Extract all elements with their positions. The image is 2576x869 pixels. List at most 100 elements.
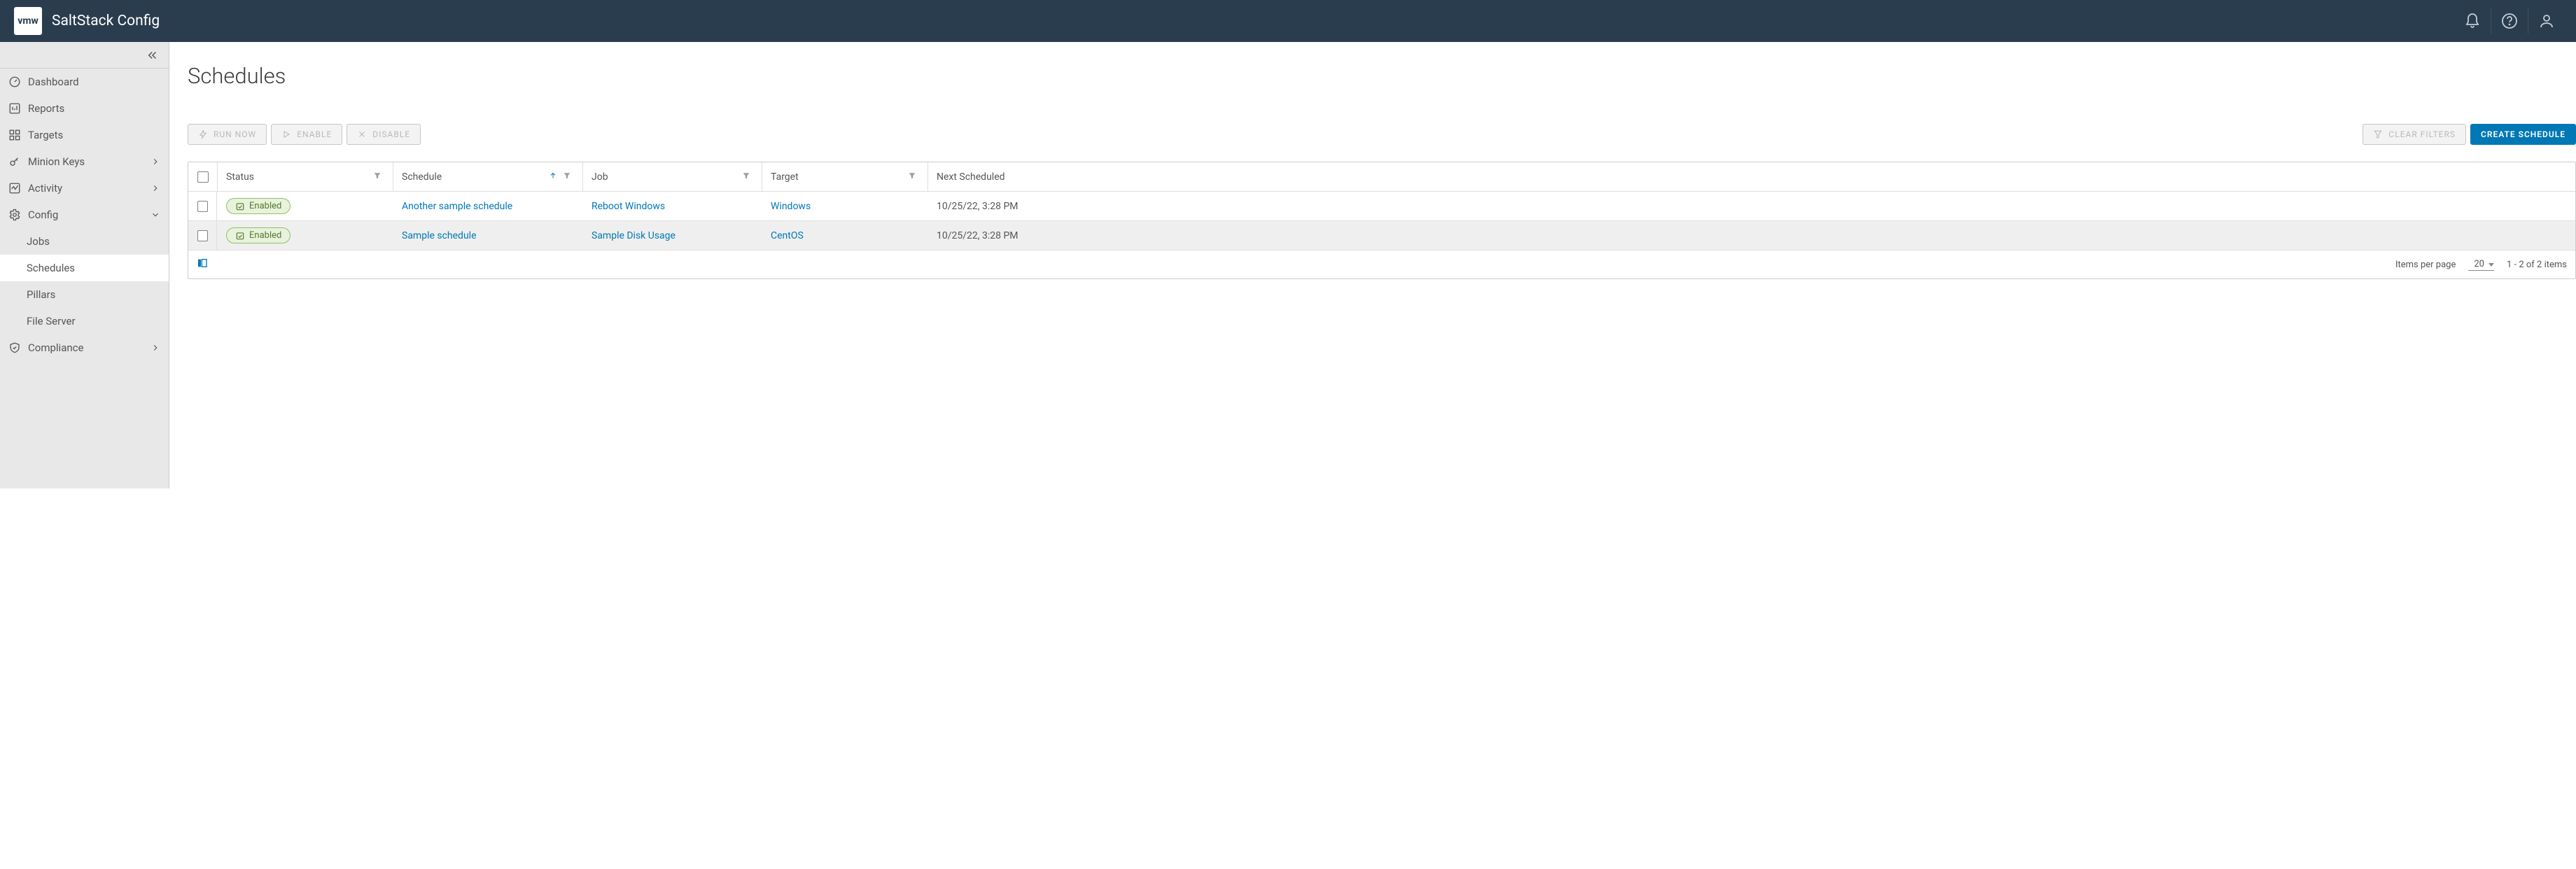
target-link[interactable]: CentOS — [771, 230, 804, 241]
sidebar-item-label: Reports — [28, 102, 64, 115]
sidebar-sub-pillars[interactable]: Pillars — [0, 281, 169, 308]
sidebar-sub-label: File Server — [27, 315, 76, 327]
sidebar-sub-label: Pillars — [27, 288, 55, 301]
row-select-cell — [188, 221, 217, 250]
columns-toggle-button[interactable] — [197, 257, 208, 271]
table-row[interactable]: Enabled Another sample schedule Reboot W… — [188, 192, 2575, 221]
next-cell: 10/25/22, 3:28 PM — [927, 221, 2575, 250]
check-calendar-icon — [235, 231, 245, 241]
activity-icon — [8, 182, 21, 195]
chevron-right-icon — [150, 343, 160, 353]
filter-icon[interactable] — [905, 171, 919, 183]
sidebar-item-targets[interactable]: Targets — [0, 122, 169, 148]
next-scheduled-value: 10/25/22, 3:28 PM — [937, 201, 1018, 212]
button-label: CREATE SCHEDULE — [2481, 129, 2566, 139]
target-link[interactable]: Windows — [771, 201, 811, 212]
column-header-job[interactable]: Job — [582, 162, 762, 191]
table-row[interactable]: Enabled Sample schedule Sample Disk Usag… — [188, 221, 2575, 250]
items-per-page-select[interactable]: 20 — [2468, 259, 2494, 271]
sidebar-sub-jobs[interactable]: Jobs — [0, 228, 169, 255]
toolbar: RUN NOW ENABLE DISABLE CLEAR FILTERS CRE… — [188, 124, 2576, 145]
sidebar-item-activity[interactable]: Activity — [0, 175, 169, 202]
select-all-cell — [188, 162, 217, 191]
sidebar-sub-file-server[interactable]: File Server — [0, 308, 169, 334]
button-label: DISABLE — [372, 129, 410, 139]
next-scheduled-value: 10/25/22, 3:28 PM — [937, 230, 1018, 241]
status-cell: Enabled — [217, 221, 393, 250]
gear-icon — [8, 209, 21, 221]
sidebar-sub-schedules[interactable]: Schedules — [0, 255, 169, 281]
chevron-right-icon — [150, 183, 160, 193]
column-label: Job — [592, 171, 739, 183]
disable-button[interactable]: DISABLE — [346, 124, 421, 145]
help-icon[interactable] — [2497, 8, 2522, 34]
sidebar-item-label: Compliance — [28, 341, 83, 354]
notifications-icon[interactable] — [2460, 8, 2485, 34]
sidebar-nav: Dashboard Reports Targets Minion Keys Ac… — [0, 69, 169, 488]
row-select-cell — [188, 192, 217, 220]
filter-icon[interactable] — [370, 171, 384, 183]
key-icon — [8, 155, 21, 168]
sidebar-item-label: Minion Keys — [28, 155, 85, 168]
app-body: Dashboard Reports Targets Minion Keys Ac… — [0, 42, 2576, 488]
play-icon — [281, 129, 291, 139]
status-cell: Enabled — [217, 192, 393, 220]
sidebar-item-config[interactable]: Config — [0, 202, 169, 228]
button-label: CLEAR FILTERS — [2388, 129, 2456, 139]
column-header-status[interactable]: Status — [217, 162, 393, 191]
sidebar-item-reports[interactable]: Reports — [0, 95, 169, 122]
chevron-down-icon — [150, 210, 160, 220]
gauge-icon — [8, 76, 21, 88]
schedule-link[interactable]: Sample schedule — [402, 230, 477, 241]
target-cell: Windows — [762, 192, 927, 220]
sidebar-item-compliance[interactable]: Compliance — [0, 334, 169, 361]
sidebar-item-label: Targets — [28, 129, 63, 141]
sidebar-item-dashboard[interactable]: Dashboard — [0, 69, 169, 95]
row-checkbox[interactable] — [197, 201, 208, 212]
items-per-page-label: Items per page — [2395, 260, 2456, 270]
user-icon[interactable] — [2534, 8, 2559, 34]
grid-icon — [8, 129, 21, 141]
job-cell: Sample Disk Usage — [582, 221, 762, 250]
funnel-icon — [2373, 129, 2383, 139]
clear-filters-button[interactable]: CLEAR FILTERS — [2362, 124, 2466, 145]
sort-asc-icon[interactable] — [546, 171, 560, 183]
row-checkbox[interactable] — [197, 230, 208, 241]
product-title: SaltStack Config — [52, 13, 160, 29]
sidebar-item-minion-keys[interactable]: Minion Keys — [0, 148, 169, 175]
job-link[interactable]: Reboot Windows — [592, 201, 665, 212]
job-cell: Reboot Windows — [582, 192, 762, 220]
sidebar-collapse-button[interactable] — [0, 42, 169, 69]
shield-icon — [8, 341, 21, 354]
job-link[interactable]: Sample Disk Usage — [592, 230, 676, 241]
sidebar-item-label: Dashboard — [28, 76, 79, 88]
run-now-button[interactable]: RUN NOW — [188, 124, 267, 145]
schedule-cell: Sample schedule — [393, 221, 582, 250]
column-label: Next Scheduled — [937, 171, 2567, 183]
table-body: Enabled Another sample schedule Reboot W… — [188, 192, 2575, 250]
sidebar-sub-label: Schedules — [27, 262, 75, 274]
schedule-cell: Another sample schedule — [393, 192, 582, 220]
schedule-link[interactable]: Another sample schedule — [402, 201, 512, 212]
sidebar-column: Dashboard Reports Targets Minion Keys Ac… — [0, 42, 169, 488]
sidebar-item-label: Config — [28, 209, 58, 221]
target-cell: CentOS — [762, 221, 927, 250]
sidebar-item-label: Activity — [28, 182, 62, 195]
select-all-checkbox[interactable] — [197, 171, 209, 183]
column-header-schedule[interactable]: Schedule — [393, 162, 582, 191]
create-schedule-button[interactable]: CREATE SCHEDULE — [2470, 124, 2576, 145]
vmw-logo-badge: vmw — [14, 7, 42, 35]
sidebar-sub-label: Jobs — [27, 235, 50, 248]
main-content: Schedules RUN NOW ENABLE DISABLE CLEAR F… — [169, 42, 2576, 488]
chevron-right-icon — [150, 157, 160, 167]
pagination-range: 1 - 2 of 2 items — [2507, 260, 2567, 270]
filter-icon[interactable] — [560, 171, 574, 183]
column-header-next-scheduled[interactable]: Next Scheduled — [927, 162, 2575, 191]
status-label: Enabled — [249, 230, 281, 241]
table-footer: Items per page 20 1 - 2 of 2 items — [188, 250, 2575, 278]
filter-icon[interactable] — [739, 171, 753, 183]
enable-button[interactable]: ENABLE — [271, 124, 342, 145]
schedules-table: Status Schedule Job Target Next S — [188, 162, 2576, 279]
items-per-page-value: 20 — [2474, 259, 2484, 269]
column-header-target[interactable]: Target — [762, 162, 927, 191]
